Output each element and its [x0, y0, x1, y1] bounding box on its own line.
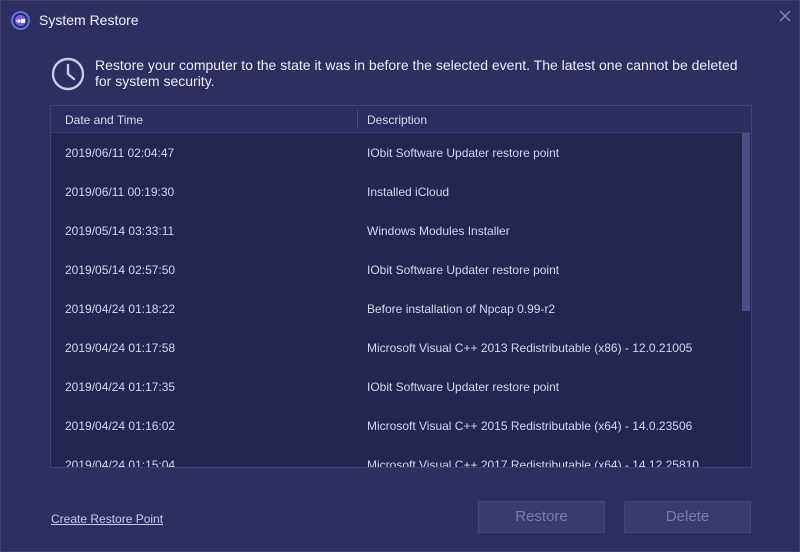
row-description: Installed iCloud — [367, 185, 450, 199]
table-row[interactable]: 2019/04/24 01:18:22 Before installation … — [51, 289, 741, 328]
close-icon — [779, 10, 791, 22]
row-date: 2019/04/24 01:17:58 — [65, 341, 176, 355]
column-header-description[interactable]: Description — [367, 113, 427, 127]
table-body: 2019/06/11 02:04:47 IObit Software Updat… — [51, 133, 751, 467]
row-date: 2019/05/14 03:33:11 — [65, 224, 175, 238]
row-description: IObit Software Updater restore point — [367, 263, 560, 277]
table-row[interactable]: 2019/04/24 01:17:58 Microsoft Visual C++… — [51, 328, 741, 367]
scrollbar-thumb[interactable] — [742, 133, 750, 311]
delete-button[interactable]: Delete — [624, 501, 751, 533]
row-date: 2019/05/14 02:57:50 — [65, 263, 176, 277]
close-button[interactable] — [775, 7, 795, 27]
clock-icon — [51, 57, 85, 91]
table-row[interactable]: 2019/04/24 01:17:35 IObit Software Updat… — [51, 367, 741, 406]
row-description: Before installation of Npcap 0.99-r2 — [367, 302, 556, 316]
table-row[interactable]: 2019/04/24 01:15:04 Microsoft Visual C++… — [51, 445, 741, 467]
row-date: 2019/06/11 02:04:47 — [65, 146, 175, 160]
table-scrollbar[interactable] — [741, 133, 751, 467]
table-row[interactable]: 2019/05/14 02:57:50 IObit Software Updat… — [51, 250, 741, 289]
create-restore-point-link[interactable]: Create Restore Point — [51, 512, 163, 526]
row-date: 2019/04/24 01:17:35 — [65, 380, 176, 394]
table-header: Date and Time Description — [51, 106, 751, 133]
system-restore-window: System Restore Restore your computer to … — [0, 0, 800, 552]
column-header-date[interactable]: Date and Time — [65, 113, 143, 127]
restore-notice: Restore your computer to the state it wa… — [51, 56, 751, 96]
notice-text: Restore your computer to the state it wa… — [95, 57, 738, 89]
title-bar: System Restore — [1, 1, 800, 39]
table-row[interactable]: 2019/05/14 03:33:11 Windows Modules Inst… — [51, 211, 741, 250]
row-date: 2019/04/24 01:15:04 — [65, 458, 176, 467]
row-description: Microsoft Visual C++ 2015 Redistributabl… — [367, 419, 693, 433]
row-description: Windows Modules Installer — [367, 224, 510, 238]
app-logo-icon — [11, 11, 30, 30]
restore-button[interactable]: Restore — [478, 501, 605, 533]
restore-points-table: Date and Time Description 2019/06/11 02:… — [50, 105, 752, 468]
row-description: IObit Software Updater restore point — [367, 146, 560, 160]
table-row[interactable]: 2019/06/11 02:04:47 IObit Software Updat… — [51, 133, 741, 172]
row-date: 2019/04/24 01:16:02 — [65, 419, 176, 433]
row-date: 2019/04/24 01:18:22 — [65, 302, 176, 316]
row-date: 2019/06/11 00:19:30 — [65, 185, 175, 199]
column-divider — [357, 110, 358, 129]
window-title: System Restore — [39, 12, 139, 28]
row-description: Microsoft Visual C++ 2013 Redistributabl… — [367, 341, 693, 355]
row-description: IObit Software Updater restore point — [367, 380, 560, 394]
table-row[interactable]: 2019/06/11 00:19:30 Installed iCloud — [51, 172, 741, 211]
table-row[interactable]: 2019/04/24 01:16:02 Microsoft Visual C++… — [51, 406, 741, 445]
row-description: Microsoft Visual C++ 2017 Redistributabl… — [367, 458, 699, 467]
